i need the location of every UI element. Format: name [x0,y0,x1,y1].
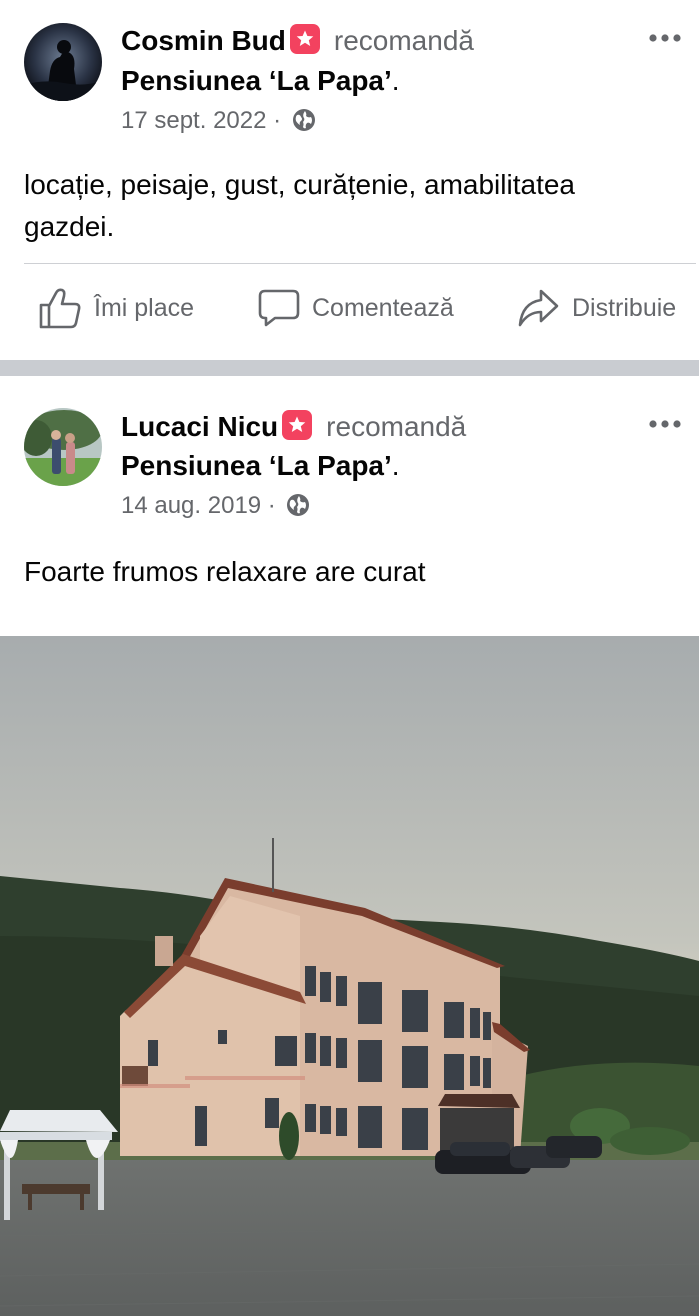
recommendation-verb: recomandă [326,411,467,442]
meta-separator: · [261,492,283,519]
page-line: Pensiunea ‘La Papa’. [121,449,400,483]
page-name[interactable]: Pensiunea ‘La Papa’ [121,65,392,96]
share-button[interactable]: Distribuie [516,286,676,330]
share-arrow-icon [518,289,559,327]
post-meta: 14 aug. 2019 · [121,491,310,525]
avatar[interactable] [24,23,102,101]
comment-button[interactable]: Comentează [258,286,454,330]
comment-label: Comentează [312,293,454,322]
share-label: Distribuie [572,293,677,322]
page-name[interactable]: Pensiunea ‘La Papa’ [121,450,392,481]
globe-icon [286,493,310,525]
post-photo[interactable] [0,636,699,1316]
period: . [391,450,400,481]
post-text: locație, peisaje, gust, curățenie, amabi… [24,169,575,242]
post-date[interactable]: 17 sept. 2022 [121,107,266,134]
action-bar: Îmi place Comentează Distribuie [0,264,699,350]
author-name[interactable]: Cosmin Bud [121,25,286,56]
post-header: Lucaci Nicu recomandă [121,410,466,444]
recommendation-star-icon [282,410,313,440]
post-meta: 17 sept. 2022 · [121,106,316,140]
period: . [391,65,400,96]
post-date[interactable]: 14 aug. 2019 [121,492,261,519]
post-card: Cosmin Bud recomandă Pensiunea ‘La Papa’.… [0,0,699,360]
page-line: Pensiunea ‘La Papa’. [121,64,400,98]
recommendation-verb: recomandă [333,25,474,56]
avatar[interactable] [24,408,102,486]
like-label: Îmi place [94,293,195,322]
meta-separator: · [266,107,288,134]
like-button[interactable]: Îmi place [38,286,194,330]
feed-separator [0,360,699,376]
thumbs-up-icon [39,288,81,329]
author-name[interactable]: Lucaci Nicu [121,411,278,442]
more-options-icon[interactable] [647,414,683,434]
post-text: Foarte frumos relaxare are curat [24,556,426,587]
comment-bubble-icon [258,289,300,327]
globe-icon [292,108,316,140]
recommendation-star-icon [289,24,320,54]
post-header: Cosmin Bud recomandă [121,24,474,58]
more-options-icon[interactable] [647,28,683,48]
post-card: Lucaci Nicu recomandă Pensiunea ‘La Papa’… [0,376,699,1316]
